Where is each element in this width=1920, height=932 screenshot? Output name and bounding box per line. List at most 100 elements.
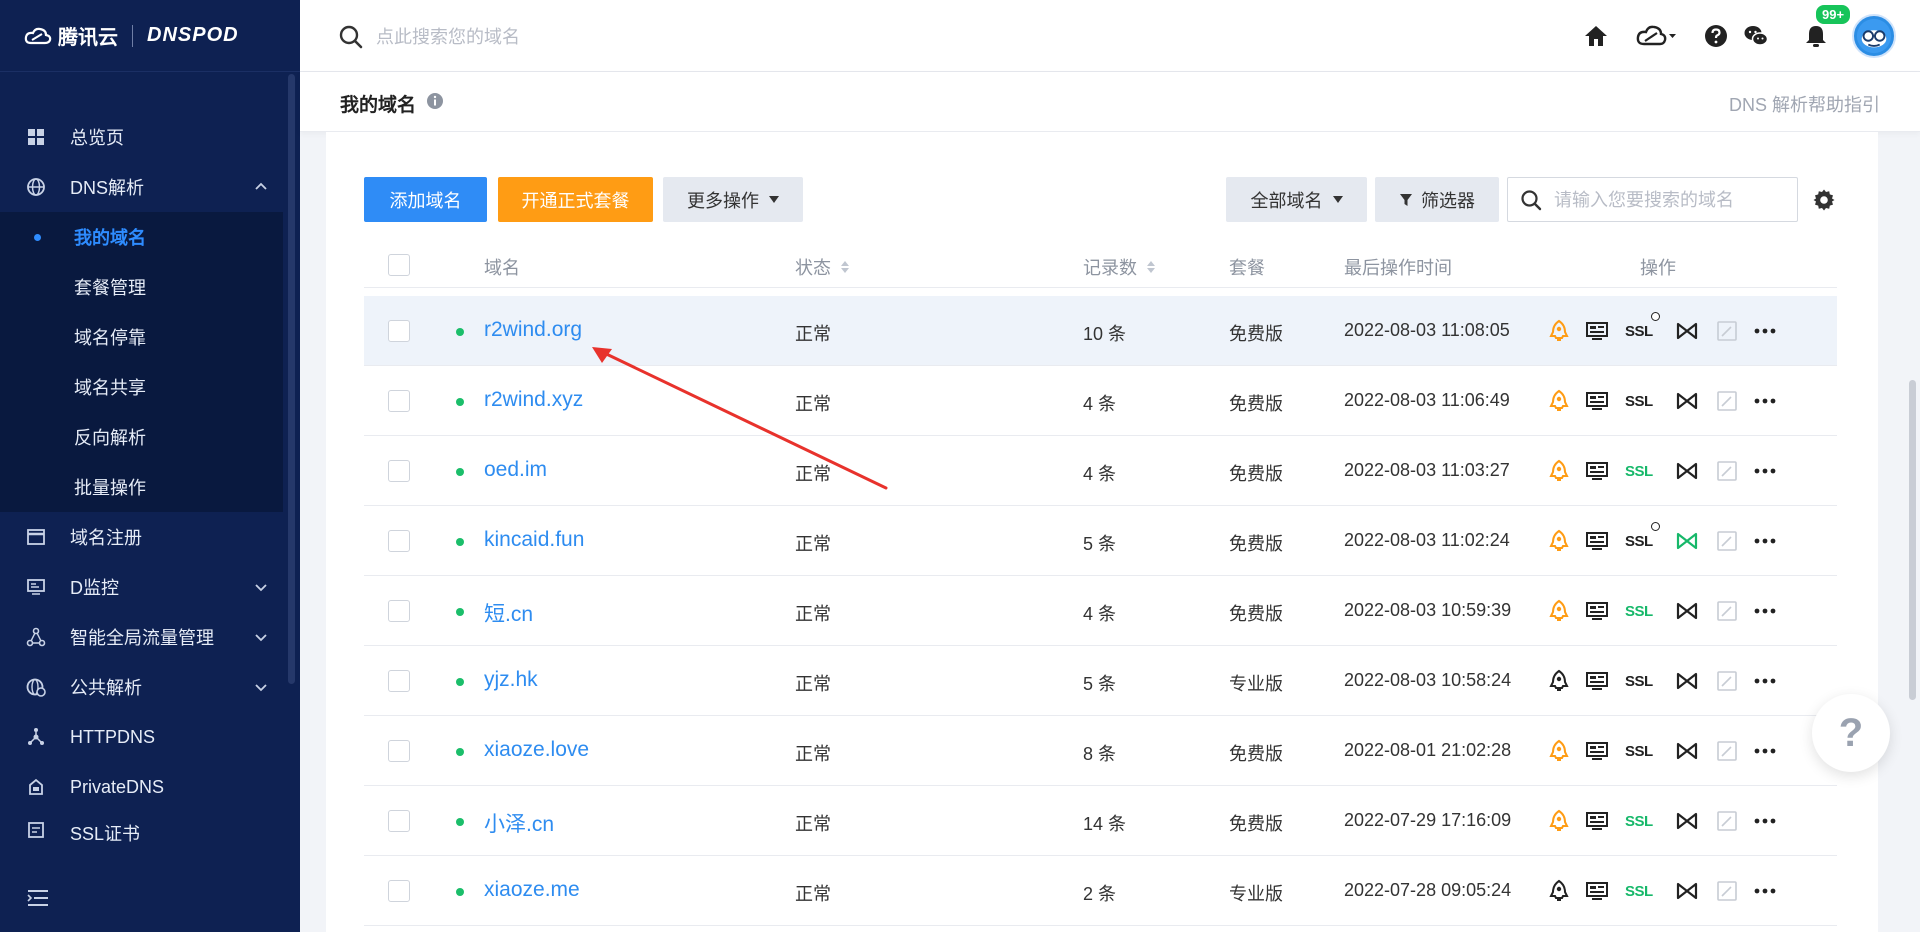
domain-link[interactable]: xiaoze.love	[484, 738, 589, 762]
link-icon[interactable]	[1675, 528, 1699, 554]
link-icon[interactable]	[1675, 878, 1699, 904]
monitor-icon[interactable]	[1585, 878, 1609, 904]
edit-doc-icon[interactable]	[1715, 388, 1739, 414]
all-domains-dropdown[interactable]: 全部域名	[1226, 177, 1367, 222]
rocket-icon[interactable]	[1547, 598, 1571, 624]
row-checkbox[interactable]	[388, 670, 410, 692]
edit-doc-icon[interactable]	[1715, 668, 1739, 694]
link-icon[interactable]	[1675, 388, 1699, 414]
domain-link[interactable]: oed.im	[484, 458, 547, 482]
table-row[interactable]: kincaid.fun 正常 5 条 免费版 2022-08-03 11:02:24 SS…	[364, 506, 1837, 576]
sidebar-item-domain-parking[interactable]: 域名停靠	[0, 312, 283, 362]
ssl-icon[interactable]: SSL	[1625, 878, 1653, 904]
ssl-icon[interactable]: SSL	[1625, 312, 1660, 344]
monitor-icon[interactable]	[1585, 388, 1609, 414]
sidebar-scrollbar[interactable]	[288, 74, 295, 684]
sidebar-item-d-monitor[interactable]: D监控	[0, 562, 300, 612]
home-icon[interactable]	[1582, 22, 1610, 50]
sidebar-item-dns[interactable]: DNS解析	[0, 162, 300, 212]
more-dots-icon[interactable]	[1753, 808, 1777, 834]
rocket-icon[interactable]	[1547, 318, 1571, 344]
more-dots-icon[interactable]	[1753, 458, 1777, 484]
more-dots-icon[interactable]	[1753, 318, 1777, 344]
sidebar-item-batch-operations[interactable]: 批量操作	[0, 462, 283, 512]
collapse-menu-icon[interactable]	[26, 888, 50, 908]
wechat-icon[interactable]	[1742, 22, 1770, 50]
more-dots-icon[interactable]	[1753, 878, 1777, 904]
monitor-icon[interactable]	[1585, 458, 1609, 484]
link-icon[interactable]	[1675, 318, 1699, 344]
domain-link[interactable]: r2wind.xyz	[484, 388, 583, 412]
help-circle-icon[interactable]	[1702, 22, 1730, 50]
page-scrollbar[interactable]	[1909, 380, 1916, 700]
ssl-icon[interactable]: SSL	[1625, 808, 1653, 834]
edit-doc-icon[interactable]	[1715, 598, 1739, 624]
rocket-icon[interactable]	[1547, 808, 1571, 834]
table-row[interactable]: oed.im 正常 4 条免费版 2022-08-03 11:03:27 SSL	[364, 436, 1837, 506]
sidebar-item-reverse-dns[interactable]: 反向解析	[0, 412, 283, 462]
edit-doc-icon[interactable]	[1715, 318, 1739, 344]
ssl-icon[interactable]: SSL	[1625, 388, 1653, 414]
sidebar-item-privatedns[interactable]: PrivateDNS	[0, 762, 300, 812]
monitor-icon[interactable]	[1585, 528, 1609, 554]
row-checkbox[interactable]	[388, 600, 410, 622]
rocket-icon[interactable]	[1547, 668, 1571, 694]
sidebar-item-plan-management[interactable]: 套餐管理	[0, 262, 283, 312]
gear-icon[interactable]	[1812, 188, 1836, 212]
row-checkbox[interactable]	[388, 390, 410, 412]
table-row[interactable]: 短.cn 正常 4 条 免费版 2022-08-03 10:59:39 SSL	[364, 576, 1837, 646]
brand-logo[interactable]: 腾讯云 DNSPOD	[0, 0, 300, 72]
ssl-icon[interactable]: SSL	[1625, 458, 1653, 484]
info-icon[interactable]	[426, 92, 444, 110]
row-checkbox[interactable]	[388, 530, 410, 552]
monitor-icon[interactable]	[1585, 668, 1609, 694]
global-search-input[interactable]	[376, 22, 976, 52]
domain-link[interactable]: xiaoze.me	[484, 878, 580, 902]
more-dots-icon[interactable]	[1753, 668, 1777, 694]
cloud-menu-icon[interactable]	[1630, 22, 1682, 50]
table-row[interactable]: xiaoze.love 正常 8 条 免费版 2022-08-01 21:02:28 SS…	[364, 716, 1837, 786]
more-dots-icon[interactable]	[1753, 598, 1777, 624]
link-icon[interactable]	[1675, 668, 1699, 694]
floating-help-button[interactable]: ?	[1812, 694, 1890, 772]
rocket-icon[interactable]	[1547, 528, 1571, 554]
rocket-icon[interactable]	[1547, 388, 1571, 414]
link-icon[interactable]	[1675, 458, 1699, 484]
edit-doc-icon[interactable]	[1715, 458, 1739, 484]
sidebar-item-overview[interactable]: 总览页	[0, 112, 300, 162]
table-row[interactable]: xiaoze.me 正常 2 条 专业版 2022-07-28 09:05:24 SSL	[364, 856, 1837, 926]
rocket-icon[interactable]	[1547, 878, 1571, 904]
avatar[interactable]	[1852, 14, 1896, 58]
link-icon[interactable]	[1675, 808, 1699, 834]
sidebar-item-public-dns[interactable]: 公共解析	[0, 662, 300, 712]
table-row[interactable]: 小泽.cn 正常 14 条 免费版 2022-07-29 17:16:09 SSL	[364, 786, 1837, 856]
select-all-checkbox[interactable]	[388, 254, 410, 276]
table-row[interactable]: yjz.hk 正常 5 条 专业版 2022-08-03 10:58:24 SSL	[364, 646, 1837, 716]
sidebar-item-domain-registration[interactable]: 域名注册	[0, 512, 300, 562]
row-checkbox[interactable]	[388, 460, 410, 482]
more-dots-icon[interactable]	[1753, 528, 1777, 554]
sidebar-item-ssl[interactable]: SSL证书	[0, 812, 300, 842]
rocket-icon[interactable]	[1547, 738, 1571, 764]
table-row[interactable]: r2wind.xyz 正常 4 条免费版 2022-08-03 11:06:49 SSL	[364, 366, 1837, 436]
more-actions-dropdown[interactable]: 更多操作	[663, 177, 803, 222]
domain-link[interactable]: r2wind.org	[484, 318, 582, 342]
ssl-icon[interactable]: SSL	[1625, 668, 1653, 694]
domain-link[interactable]: 短.cn	[484, 598, 533, 628]
link-icon[interactable]	[1675, 598, 1699, 624]
monitor-icon[interactable]	[1585, 738, 1609, 764]
row-checkbox[interactable]	[388, 810, 410, 832]
header-status[interactable]: 状态	[795, 254, 849, 280]
sidebar-item-traffic-management[interactable]: 智能全局流量管理	[0, 612, 300, 662]
more-dots-icon[interactable]	[1753, 388, 1777, 414]
rocket-icon[interactable]	[1547, 458, 1571, 484]
domain-link[interactable]: 小泽.cn	[484, 808, 554, 838]
domain-link[interactable]: yjz.hk	[484, 668, 538, 692]
ssl-icon[interactable]: SSL	[1625, 598, 1653, 624]
sidebar-item-httpdns[interactable]: HTTPDNS	[0, 712, 300, 762]
edit-doc-icon[interactable]	[1715, 528, 1739, 554]
ssl-icon[interactable]: SSL	[1625, 522, 1660, 554]
monitor-icon[interactable]	[1585, 598, 1609, 624]
edit-doc-icon[interactable]	[1715, 878, 1739, 904]
sidebar-item-domain-sharing[interactable]: 域名共享	[0, 362, 283, 412]
